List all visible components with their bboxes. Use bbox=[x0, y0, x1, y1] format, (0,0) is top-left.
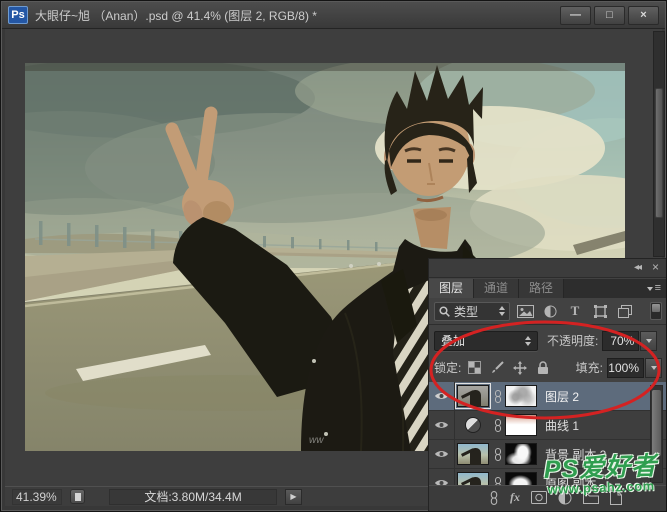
layer-mask-thumbnail[interactable] bbox=[505, 472, 537, 485]
filter-kind-label: 类型 bbox=[454, 304, 479, 319]
layer-visibility-toggle[interactable] bbox=[429, 440, 455, 468]
layer-mask-thumbnail[interactable] bbox=[505, 443, 537, 465]
layer-name[interactable]: 背景 副本 2 bbox=[545, 446, 606, 463]
filter-image-icon[interactable] bbox=[515, 303, 535, 320]
adjustment-layer-icon[interactable] bbox=[465, 417, 481, 433]
lock-row: 锁定: 填充: 100% bbox=[429, 354, 666, 381]
opacity-field[interactable]: 70% bbox=[602, 330, 640, 351]
layer-name[interactable]: 图层 2 bbox=[545, 388, 579, 405]
fill-field[interactable]: 100% bbox=[607, 357, 644, 378]
maximize-button[interactable]: □ bbox=[594, 5, 625, 25]
layer-row-original-copy[interactable]: 原图 副本 bbox=[429, 469, 666, 486]
curves-mask-thumbnail[interactable] bbox=[505, 414, 537, 436]
zoom-level-field[interactable]: 41.39% bbox=[12, 488, 62, 505]
filter-type-icon[interactable]: T bbox=[565, 303, 585, 320]
lock-icons bbox=[466, 360, 551, 376]
canvas-vertical-scrollbar[interactable] bbox=[653, 31, 665, 257]
layers-panel: ◂◂ × 图层 通道 路径 ≡ 类型 T 叠加 不透明度: 70% 锁定: 填充… bbox=[428, 258, 666, 511]
filter-row: 类型 T bbox=[429, 298, 666, 325]
fill-label: 填充: bbox=[575, 361, 603, 375]
collapse-panel-icon[interactable]: ◂◂ bbox=[634, 262, 642, 273]
filter-kind-select[interactable]: 类型 bbox=[434, 301, 510, 321]
layer-row-layer2[interactable]: 图层 2 bbox=[429, 382, 666, 411]
layer-list: 图层 2 曲线 1 背景 副本 2 原图 副本 bbox=[429, 382, 666, 486]
add-layer-mask-icon[interactable] bbox=[531, 491, 547, 504]
layer-thumbnail[interactable] bbox=[455, 383, 491, 409]
lock-all-padlock-icon[interactable] bbox=[535, 360, 551, 376]
layer-thumbnail[interactable] bbox=[457, 443, 489, 465]
search-icon bbox=[439, 305, 450, 317]
updown-arrows-icon bbox=[525, 335, 531, 346]
lock-position-move-icon[interactable] bbox=[512, 360, 528, 376]
panel-close-icon[interactable]: × bbox=[652, 261, 659, 273]
tab-layers[interactable]: 图层 bbox=[429, 279, 475, 298]
filter-adjustment-icon[interactable] bbox=[540, 303, 560, 320]
fill-dropdown-arrow[interactable] bbox=[645, 357, 662, 378]
minimize-button[interactable]: — bbox=[560, 5, 591, 25]
layer-visibility-toggle[interactable] bbox=[429, 469, 455, 485]
status-page-icon[interactable] bbox=[70, 489, 85, 504]
layer-row-bg-copy-2[interactable]: 背景 副本 2 bbox=[429, 440, 666, 469]
link-icon bbox=[495, 476, 501, 485]
panel-scrollbar-thumb[interactable] bbox=[652, 390, 661, 456]
blend-row: 叠加 不透明度: 70% bbox=[429, 327, 666, 354]
filter-toggle-switch[interactable] bbox=[650, 302, 662, 320]
layer-mask-thumbnail[interactable] bbox=[505, 385, 537, 407]
lock-transparency-icon[interactable] bbox=[466, 360, 482, 376]
panel-menu-icon[interactable]: ≡ bbox=[641, 279, 666, 298]
eye-icon bbox=[435, 480, 448, 485]
layer-row-curves1[interactable]: 曲线 1 bbox=[429, 411, 666, 440]
panel-header-bar: ◂◂ × bbox=[429, 259, 666, 278]
updown-arrows-icon bbox=[499, 306, 505, 316]
panel-bottom-toolbar: fx bbox=[429, 485, 666, 511]
document-size-text: 文档:3.80M/34.4M bbox=[144, 490, 242, 504]
layer-visibility-toggle[interactable] bbox=[429, 411, 455, 439]
new-adjustment-layer-icon[interactable] bbox=[558, 491, 572, 505]
panel-tabs: 图层 通道 路径 ≡ bbox=[429, 279, 666, 298]
blend-mode-select[interactable]: 叠加 bbox=[434, 330, 538, 351]
link-icon bbox=[495, 447, 501, 461]
new-layer-icon[interactable] bbox=[610, 490, 622, 505]
lock-pixels-brush-icon[interactable] bbox=[489, 360, 505, 376]
close-button[interactable]: × bbox=[628, 5, 659, 25]
blend-mode-value: 叠加 bbox=[441, 334, 466, 348]
layer-visibility-toggle[interactable] bbox=[429, 382, 455, 410]
titlebar[interactable]: Ps 大眼仔~旭 （Anan）.psd @ 41.4% (图层 2, RGB/8… bbox=[2, 2, 665, 29]
opacity-label: 不透明度: bbox=[547, 334, 599, 348]
opacity-dropdown-arrow[interactable] bbox=[640, 330, 658, 351]
layer-thumbnail[interactable] bbox=[457, 472, 489, 485]
lock-label: 锁定: bbox=[434, 361, 462, 375]
layer-name[interactable]: 曲线 1 bbox=[545, 417, 579, 434]
link-icon bbox=[495, 389, 501, 403]
canvas-scrollbar-thumb[interactable] bbox=[655, 88, 663, 218]
window-title: 大眼仔~旭 （Anan）.psd @ 41.4% (图层 2, RGB/8) * bbox=[35, 8, 317, 23]
link-icon bbox=[495, 418, 501, 432]
document-size-field[interactable]: 文档:3.80M/34.4M bbox=[109, 488, 277, 505]
eye-icon bbox=[435, 451, 448, 457]
eye-icon bbox=[435, 393, 448, 399]
eye-icon bbox=[435, 422, 448, 428]
photoshop-app-icon: Ps bbox=[8, 6, 28, 24]
panel-scrollbar[interactable] bbox=[650, 385, 663, 483]
photoshop-document-window: Ps 大眼仔~旭 （Anan）.psd @ 41.4% (图层 2, RGB/8… bbox=[0, 0, 667, 512]
filter-smart-object-icon[interactable] bbox=[615, 303, 635, 320]
tab-channels[interactable]: 通道 bbox=[474, 279, 520, 298]
layer-style-fx-icon[interactable]: fx bbox=[510, 490, 520, 505]
new-group-folder-icon[interactable] bbox=[583, 492, 599, 504]
layer-name[interactable]: 原图 副本 bbox=[545, 475, 596, 486]
link-layers-icon[interactable] bbox=[489, 490, 499, 505]
window-controls: — □ × bbox=[560, 5, 659, 25]
status-menu-arrow[interactable]: ▶ bbox=[285, 488, 302, 505]
filter-shape-icon[interactable] bbox=[590, 303, 610, 320]
tab-paths[interactable]: 路径 bbox=[519, 279, 565, 298]
